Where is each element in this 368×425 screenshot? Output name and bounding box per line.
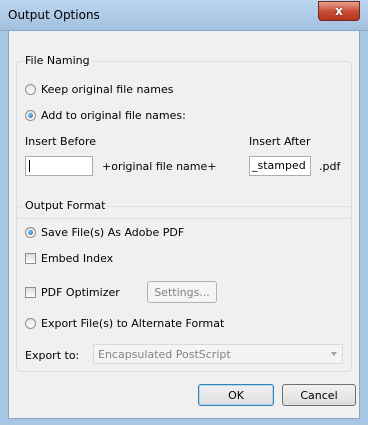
export-to-label: Export to:	[25, 349, 80, 362]
dialog-body: File Naming Keep original file names Add…	[8, 30, 360, 419]
embed-index-checkbox-row[interactable]: Embed Index	[25, 252, 113, 265]
save-as-pdf-label: Save File(s) As Adobe PDF	[41, 226, 185, 239]
chevron-down-icon	[331, 352, 337, 356]
output-format-group: Output Format Save File(s) As Adobe PDF …	[16, 199, 352, 372]
dialog-title: Output Options	[8, 8, 100, 22]
text-caret	[29, 160, 30, 172]
keep-original-label: Keep original file names	[41, 83, 174, 96]
embed-index-label: Embed Index	[41, 252, 114, 265]
save-as-pdf-radio[interactable]: Save File(s) As Adobe PDF	[25, 226, 184, 239]
original-file-name-text: +original file name+	[102, 160, 217, 173]
insert-before-input[interactable]	[25, 156, 93, 176]
export-alternate-radio-button[interactable]	[25, 318, 36, 329]
pdf-optimizer-label: PDF Optimizer	[41, 286, 120, 299]
output-format-legend: Output Format	[23, 199, 108, 212]
title-bar: Output Options x	[0, 0, 368, 31]
export-to-select[interactable]: Encapsulated PostScript	[93, 344, 343, 364]
export-to-value: Encapsulated PostScript	[98, 348, 231, 361]
close-button[interactable]: x	[318, 1, 360, 21]
insert-after-input[interactable]: _stamped	[249, 156, 311, 176]
extension-label: .pdf	[319, 160, 341, 173]
save-as-pdf-radio-button[interactable]	[25, 227, 36, 238]
insert-after-label: Insert After	[249, 135, 311, 148]
close-icon: x	[335, 4, 343, 18]
add-to-original-radio[interactable]: Add to original file names:	[25, 109, 186, 122]
embed-index-checkbox[interactable]	[25, 253, 36, 264]
pdf-optimizer-checkbox-row[interactable]: PDF Optimizer	[25, 286, 120, 299]
insert-after-value: _stamped	[252, 159, 306, 172]
insert-before-label: Insert Before	[25, 135, 97, 148]
ok-button[interactable]: OK	[198, 384, 274, 406]
file-naming-group: File Naming Keep original file names Add…	[16, 54, 352, 219]
settings-button[interactable]: Settings...	[147, 281, 217, 303]
file-naming-legend: File Naming	[23, 54, 92, 67]
keep-original-radio[interactable]: Keep original file names	[25, 83, 173, 96]
cancel-button[interactable]: Cancel	[282, 384, 356, 406]
add-to-original-radio-button[interactable]	[25, 110, 36, 121]
pdf-optimizer-checkbox[interactable]	[25, 287, 36, 298]
add-to-original-label: Add to original file names:	[41, 109, 186, 122]
export-alternate-label: Export File(s) to Alternate Format	[41, 317, 225, 330]
keep-original-radio-button[interactable]	[25, 84, 36, 95]
export-alternate-radio[interactable]: Export File(s) to Alternate Format	[25, 317, 224, 330]
output-options-dialog: Output Options x File Naming Keep origin…	[0, 0, 368, 425]
